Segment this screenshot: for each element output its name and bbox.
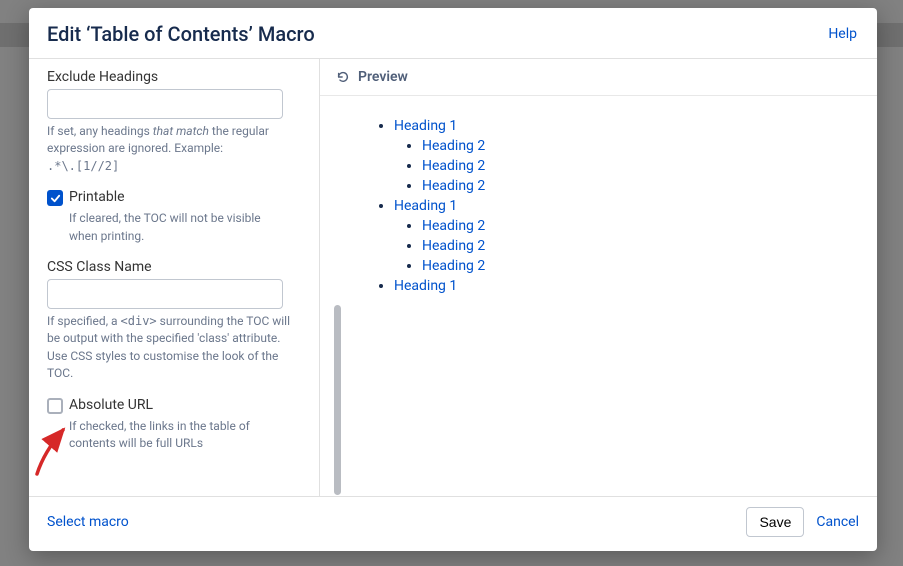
dialog-title: Edit ‘Table of Contents’ Macro — [47, 22, 315, 46]
toc-item: Heading 2 — [422, 258, 837, 274]
check-icon — [50, 193, 61, 204]
preview-pane: Preview Heading 1Heading 2Heading 2Headi… — [319, 59, 877, 496]
exclude-headings-group: Exclude Headings If set, any headings th… — [47, 69, 301, 175]
absolute-url-label: Absolute URL — [69, 397, 153, 413]
css-class-desc: If specified, a <div> surrounding the TO… — [47, 313, 297, 383]
css-class-input[interactable] — [47, 279, 283, 309]
toc-item: Heading 2 — [422, 218, 837, 234]
toc-sublist: Heading 2 Heading 2 Heading 2 — [394, 138, 837, 194]
printable-desc: If cleared, the TOC will not be visible … — [69, 210, 289, 245]
cancel-link[interactable]: Cancel — [816, 514, 859, 530]
toc-item: Heading 2 — [422, 238, 837, 254]
toc-link[interactable]: Heading 2 — [422, 138, 485, 154]
preview-title: Preview — [358, 69, 408, 85]
save-button[interactable]: Save — [746, 507, 804, 537]
exclude-headings-desc: If set, any headings that match the regu… — [47, 123, 297, 175]
help-link[interactable]: Help — [828, 26, 857, 42]
printable-checkbox[interactable] — [47, 190, 63, 206]
toc-link[interactable]: Heading 2 — [422, 238, 485, 254]
toc-link[interactable]: Heading 1 — [394, 278, 457, 294]
absolute-url-desc: If checked, the links in the table of co… — [69, 418, 289, 453]
absolute-url-checkbox[interactable] — [47, 398, 63, 414]
toc-item: Heading 2 — [422, 158, 837, 174]
toc-link[interactable]: Heading 2 — [422, 178, 485, 194]
select-macro-link[interactable]: Select macro — [47, 514, 129, 530]
refresh-icon[interactable] — [336, 70, 350, 84]
toc-item: Heading 1 — [394, 278, 837, 294]
printable-group: Printable If cleared, the TOC will not b… — [47, 189, 301, 245]
toc-link[interactable]: Heading 2 — [422, 158, 485, 174]
toc-sublist: Heading 2 Heading 2 Heading 2 — [394, 218, 837, 274]
toc-list: Heading 1Heading 2Heading 2Heading 2Head… — [360, 118, 837, 294]
exclude-headings-input[interactable] — [47, 89, 283, 119]
css-class-label: CSS Class Name — [47, 259, 301, 275]
printable-label: Printable — [69, 189, 125, 205]
scrollbar-thumb[interactable] — [334, 305, 341, 495]
dialog-header: Edit ‘Table of Contents’ Macro Help — [29, 8, 877, 58]
preview-header: Preview — [320, 59, 877, 96]
dialog-footer: Select macro Save Cancel — [29, 496, 877, 551]
toc-link[interactable]: Heading 2 — [422, 218, 485, 234]
toc-item: Heading 1 Heading 2 Heading 2 Heading 2 — [394, 118, 837, 194]
toc-link[interactable]: Heading 1 — [394, 198, 457, 214]
toc-item: Heading 2 — [422, 138, 837, 154]
toc-link[interactable]: Heading 1 — [394, 118, 457, 134]
absolute-url-group: Absolute URL If checked, the links in th… — [47, 397, 301, 453]
toc-item: Heading 2 — [422, 178, 837, 194]
preview-body: Heading 1Heading 2Heading 2Heading 2Head… — [320, 96, 877, 316]
toc-link[interactable]: Heading 2 — [422, 258, 485, 274]
macro-edit-dialog: Edit ‘Table of Contents’ Macro Help Excl… — [29, 8, 877, 551]
dialog-body: Exclude Headings If set, any headings th… — [29, 58, 877, 496]
toc-item: Heading 1 Heading 2 Heading 2 Heading 2 — [394, 198, 837, 274]
css-class-group: CSS Class Name If specified, a <div> sur… — [47, 259, 301, 383]
exclude-headings-label: Exclude Headings — [47, 69, 301, 85]
form-pane: Exclude Headings If set, any headings th… — [29, 59, 319, 496]
